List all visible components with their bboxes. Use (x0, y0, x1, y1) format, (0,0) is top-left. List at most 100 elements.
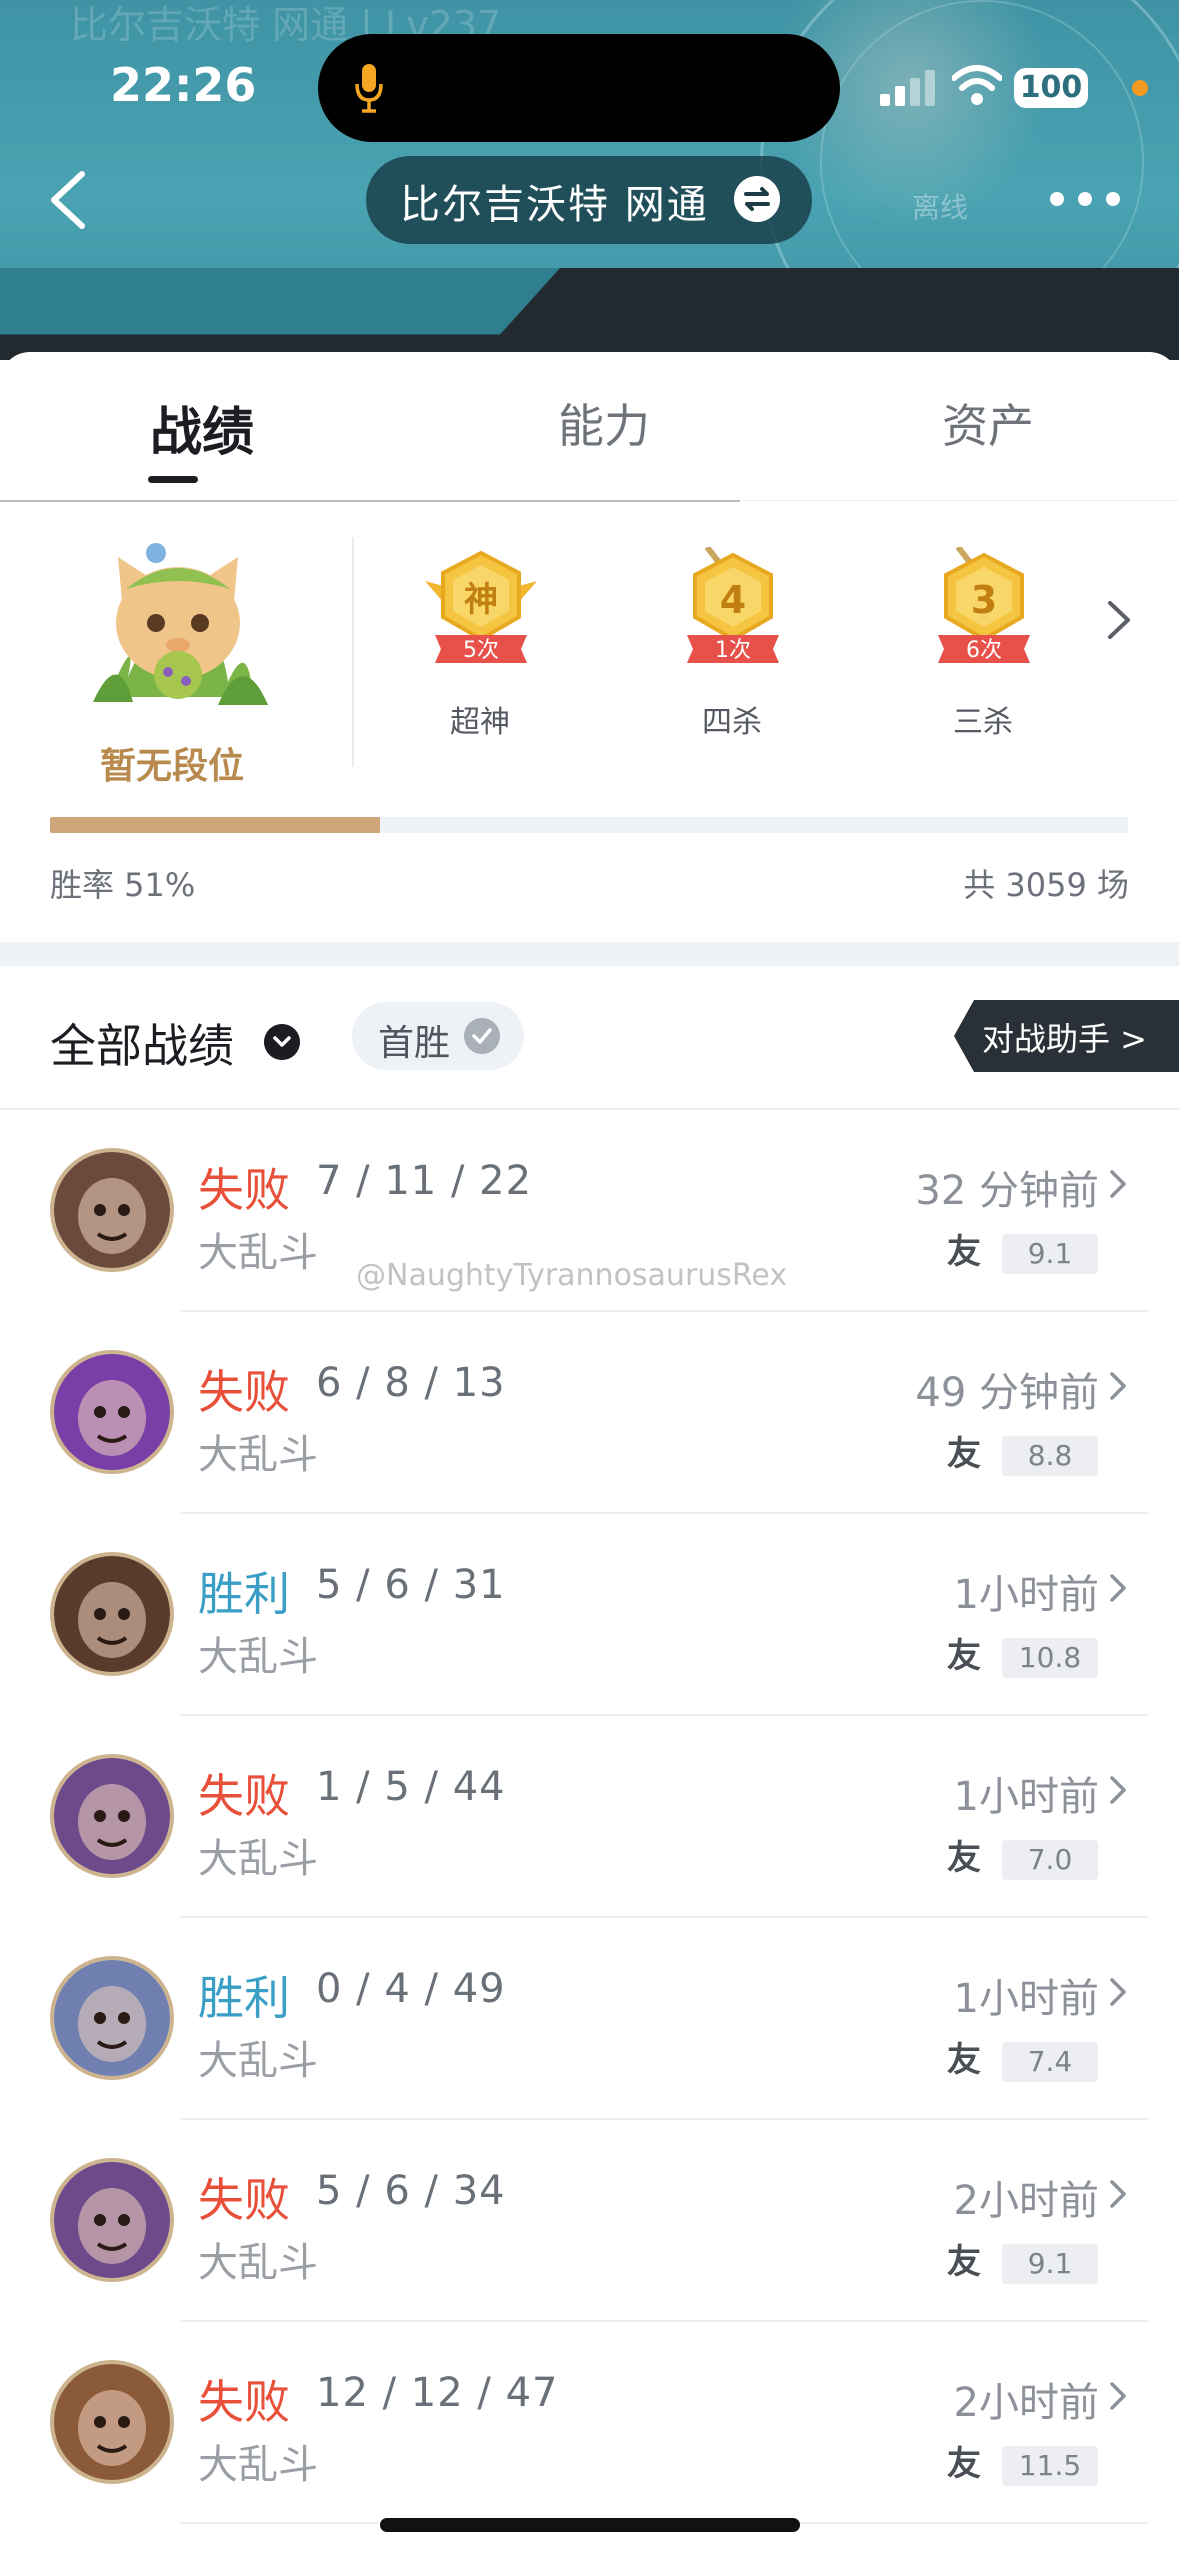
match-time: 2小时前 (953, 2178, 1099, 2224)
match-score: 7.4 (1002, 2042, 1098, 2082)
tab-divider (0, 500, 740, 502)
friend-badge-icon: 友 (947, 1232, 981, 1270)
match-row[interactable]: 失败 1 / 5 / 44 大乱斗 1小时前友 7.0 (0, 1716, 1179, 1918)
friend-badge-icon: 友 (947, 1636, 981, 1674)
cellular-signal-icon (880, 70, 935, 106)
achievement-name: 超神 (450, 705, 510, 740)
first-win-filter[interactable]: 首胜 (352, 1002, 524, 1070)
champion-portrait-icon (54, 1960, 170, 2076)
tab-ability[interactable]: 能力 (558, 390, 650, 456)
caret-down-icon[interactable] (264, 1024, 300, 1060)
chevron-right-icon (1110, 1574, 1126, 1602)
match-score: 8.8 (1002, 1436, 1098, 1476)
champion-avatar (50, 1956, 174, 2080)
match-score: 10.8 (1002, 1638, 1098, 1678)
battle-assistant-button[interactable]: 对战助手 > (954, 1000, 1179, 1072)
match-mode: 大乱斗 (198, 1634, 318, 1680)
friend-badge-label: 友 (947, 1636, 981, 1674)
win-rate-bar (50, 817, 1128, 833)
champion-portrait-icon (54, 1354, 170, 1470)
triple-kill-medal-icon: 3 6次 (938, 547, 1030, 663)
match-row[interactable]: 胜利 0 / 4 / 49 大乱斗 1小时前友 7.4 (0, 1918, 1179, 2120)
quadra-kill-medal-icon: 4 1次 (687, 547, 779, 663)
tab-record[interactable]: 战绩 (150, 390, 254, 465)
battle-assistant-label: 对战助手 > (982, 1020, 1147, 1058)
match-mode: 大乱斗 (198, 1230, 318, 1276)
offline-status: 离线 (912, 191, 969, 224)
champion-portrait-icon (54, 2162, 170, 2278)
profile-header: 比尔吉沃特 网通 | Lv237 22:26 100 比尔吉沃特 网通 离线 (0, 0, 1179, 360)
match-row[interactable]: 失败 12 / 12 / 47 大乱斗 2小时前友 11.5 (0, 2322, 1179, 2524)
chevron-right-icon (1110, 1978, 1126, 2006)
champion-avatar (50, 1754, 174, 1878)
friend-badge-label: 友 (947, 1838, 981, 1876)
match-mode: 大乱斗 (198, 2442, 318, 2488)
friend-badge-label: 友 (947, 1232, 981, 1270)
swap-icon (734, 176, 780, 222)
match-mode: 大乱斗 (198, 1432, 318, 1478)
champion-portrait-icon (54, 1556, 170, 1672)
match-score: 7.0 (1002, 1840, 1098, 1880)
match-score: 11.5 (1002, 2446, 1098, 2486)
match-row[interactable]: 失败 5 / 6 / 34 大乱斗 2小时前友 9.1 (0, 2120, 1179, 2322)
achievement-quadra-kill[interactable]: 4 1次 四杀 (667, 547, 797, 757)
match-kda: 1 / 5 / 44 (316, 1764, 506, 1810)
champion-avatar (50, 1148, 174, 1272)
rank-label: 暂无段位 (100, 746, 245, 787)
match-row[interactable]: 失败 6 / 8 / 13 大乱斗 49 分钟前友 8.8 (0, 1312, 1179, 1514)
match-kda: 0 / 4 / 49 (316, 1966, 506, 2012)
medal-count: 6次 (966, 638, 1002, 663)
match-kda: 5 / 6 / 34 (316, 2168, 506, 2214)
achievement-godlike[interactable]: 神 5次 超神 (415, 547, 545, 757)
win-rate-label: 胜率 51% (50, 866, 196, 904)
tab-divider-light (740, 500, 1179, 501)
chevron-right-icon (1110, 2180, 1126, 2208)
medal-count: 5次 (463, 638, 499, 663)
match-row[interactable]: 胜利 5 / 6 / 31 大乱斗 1小时前友 10.8 (0, 1514, 1179, 1716)
match-time: 2小时前 (953, 2380, 1099, 2426)
friend-badge-icon: 友 (947, 2242, 981, 2280)
match-result: 失败 (198, 1163, 290, 1217)
match-kda: 6 / 8 / 13 (316, 1360, 506, 1406)
chevron-right-icon (1110, 1372, 1126, 1400)
champion-portrait-icon (54, 1152, 170, 1268)
chevron-right-icon (1110, 2382, 1126, 2410)
match-time: 49 分钟前 (915, 1370, 1099, 1416)
active-tab-indicator (148, 476, 198, 483)
match-time: 1小时前 (953, 1774, 1099, 1820)
all-records-dropdown[interactable]: 全部战绩 (50, 1010, 234, 1076)
chevron-right-icon[interactable] (1104, 597, 1134, 643)
match-mode: 大乱斗 (198, 2240, 318, 2286)
section-separator (0, 942, 1179, 966)
friend-badge-icon: 友 (947, 1434, 981, 1472)
microphone-icon (355, 64, 383, 113)
back-arrow-icon[interactable] (46, 168, 90, 232)
chevron-right-icon (1110, 1170, 1126, 1198)
match-kda: 12 / 12 / 47 (316, 2370, 559, 2416)
more-options-icon[interactable] (1050, 190, 1122, 210)
server-switch-button[interactable]: 比尔吉沃特 网通 (366, 156, 812, 244)
medal-badge: 3 (971, 578, 997, 622)
match-result: 失败 (198, 2173, 290, 2227)
match-result: 失败 (198, 1769, 290, 1823)
tab-assets[interactable]: 资产 (942, 390, 1034, 456)
win-rate-bar-fill (50, 817, 380, 833)
champion-portrait-icon (54, 1758, 170, 1874)
content-card: 战绩 能力 资产 暂无段位 神 5次 超神 4 1次 四杀 3 6次 三杀 胜率… (0, 352, 1179, 2556)
match-result: 胜利 (198, 1567, 290, 1621)
match-time: 1小时前 (953, 1572, 1099, 1618)
rank-divider (352, 537, 354, 767)
match-result: 胜利 (198, 1971, 290, 2025)
match-score: 9.1 (1002, 1234, 1098, 1274)
medal-count: 1次 (715, 638, 751, 663)
dynamic-island (318, 34, 840, 142)
first-win-label: 首胜 (378, 1023, 451, 1064)
teemo-rank-emblem (93, 543, 268, 705)
champion-avatar (50, 1552, 174, 1676)
chevron-right-icon (1110, 1776, 1126, 1804)
achievement-triple-kill[interactable]: 3 6次 三杀 (918, 547, 1048, 757)
champion-avatar (50, 2360, 174, 2484)
watermark: @NaughtyTyrannosaurusRex (356, 1258, 788, 1293)
friend-badge-icon: 友 (947, 1838, 981, 1876)
champion-avatar (50, 1350, 174, 1474)
